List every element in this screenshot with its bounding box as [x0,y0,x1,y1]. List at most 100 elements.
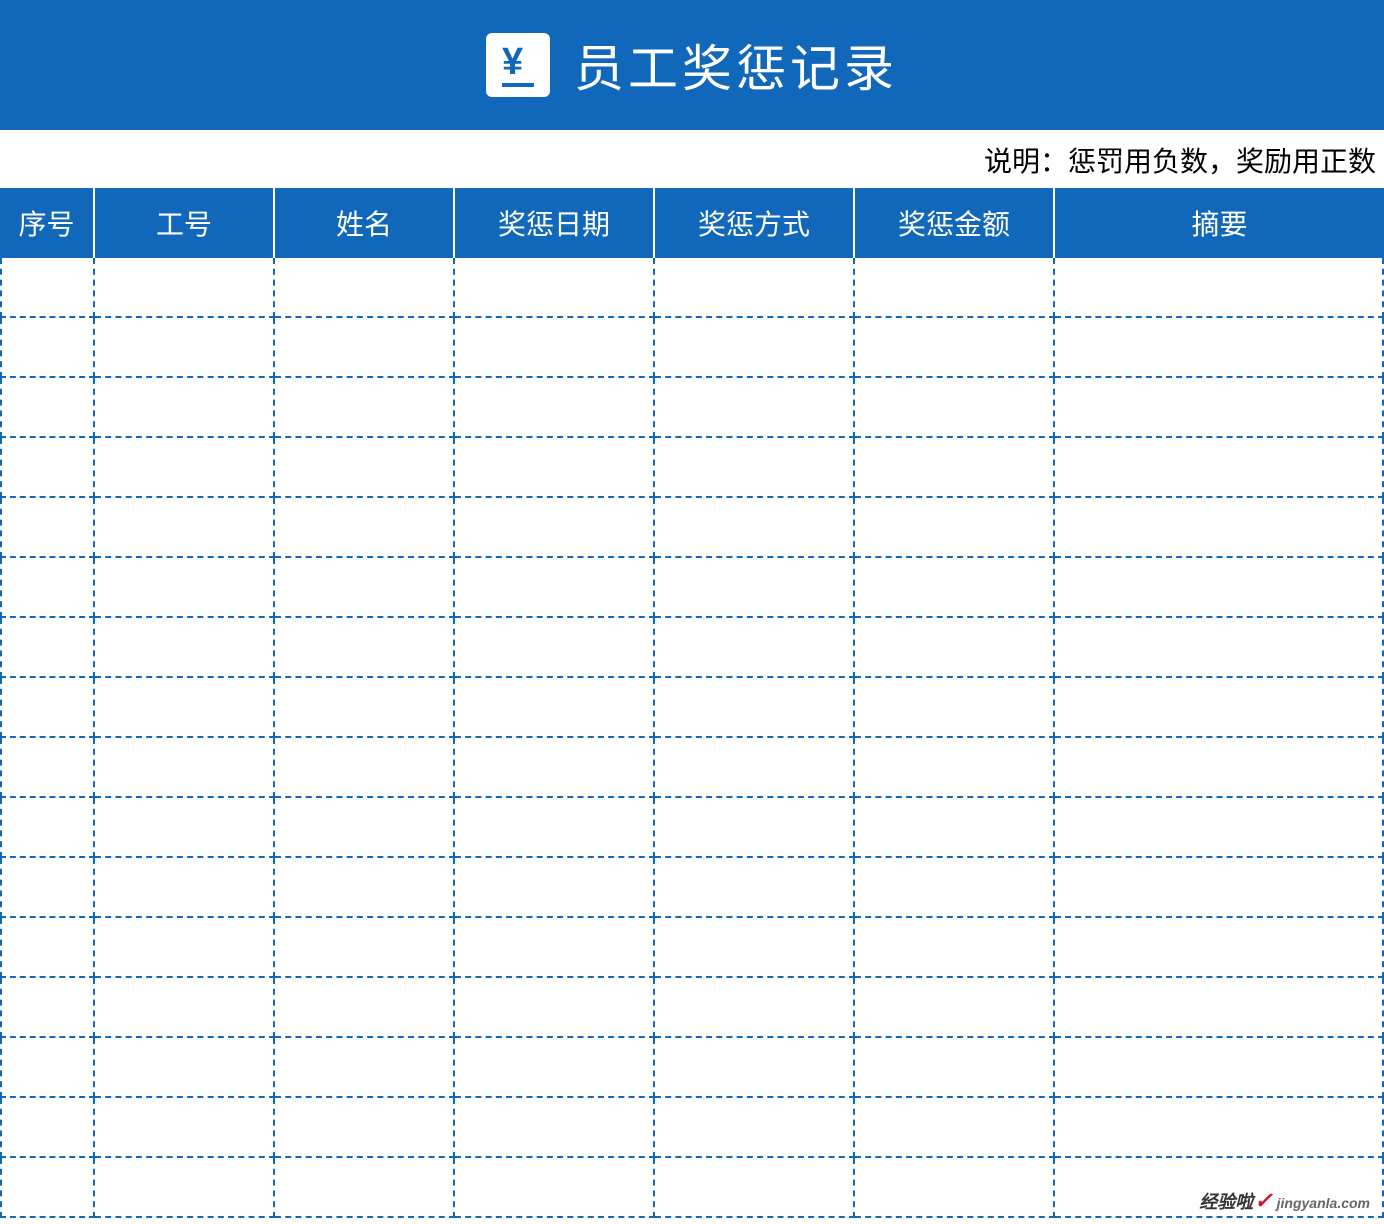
table-cell[interactable] [655,978,855,1038]
table-cell[interactable] [1055,258,1384,318]
table-cell[interactable] [655,438,855,498]
table-cell[interactable] [0,378,95,438]
table-cell[interactable] [655,858,855,918]
table-cell[interactable] [855,918,1055,978]
table-cell[interactable] [655,1098,855,1158]
table-cell[interactable] [1055,678,1384,738]
table-cell[interactable] [95,978,275,1038]
table-cell[interactable] [95,678,275,738]
table-cell[interactable] [1055,558,1384,618]
table-cell[interactable] [655,738,855,798]
table-cell[interactable] [455,318,655,378]
table-cell[interactable] [275,978,455,1038]
table-cell[interactable] [655,378,855,438]
table-cell[interactable] [455,1038,655,1098]
table-cell[interactable] [1055,978,1384,1038]
table-cell[interactable] [655,918,855,978]
table-cell[interactable] [655,318,855,378]
table-cell[interactable] [855,1038,1055,1098]
table-cell[interactable] [655,498,855,558]
table-cell[interactable] [655,1038,855,1098]
table-cell[interactable] [95,738,275,798]
table-cell[interactable] [1055,498,1384,558]
table-cell[interactable] [855,858,1055,918]
table-cell[interactable] [0,258,95,318]
table-cell[interactable] [95,498,275,558]
table-cell[interactable] [855,438,1055,498]
table-cell[interactable] [0,1158,95,1218]
table-cell[interactable] [655,618,855,678]
table-cell[interactable] [855,318,1055,378]
table-cell[interactable] [455,258,655,318]
table-cell[interactable] [455,378,655,438]
table-cell[interactable] [0,558,95,618]
table-cell[interactable] [855,738,1055,798]
table-cell[interactable] [275,618,455,678]
table-cell[interactable] [1055,1038,1384,1098]
table-cell[interactable] [455,438,655,498]
table-cell[interactable] [655,558,855,618]
table-cell[interactable] [455,618,655,678]
table-cell[interactable] [855,258,1055,318]
table-cell[interactable] [0,678,95,738]
table-cell[interactable] [275,918,455,978]
table-cell[interactable] [0,318,95,378]
table-cell[interactable] [855,1158,1055,1218]
table-cell[interactable] [655,1158,855,1218]
table-cell[interactable] [455,978,655,1038]
table-cell[interactable] [275,318,455,378]
table-cell[interactable] [95,378,275,438]
table-cell[interactable] [0,438,95,498]
table-cell[interactable] [1055,1098,1384,1158]
table-cell[interactable] [275,1098,455,1158]
table-cell[interactable] [95,1158,275,1218]
table-cell[interactable] [455,798,655,858]
table-cell[interactable] [0,1098,95,1158]
table-cell[interactable] [455,1098,655,1158]
table-cell[interactable] [0,978,95,1038]
table-cell[interactable] [95,618,275,678]
table-cell[interactable] [0,1038,95,1098]
table-cell[interactable] [1055,798,1384,858]
table-cell[interactable] [95,438,275,498]
table-cell[interactable] [1055,918,1384,978]
table-cell[interactable] [0,798,95,858]
table-cell[interactable] [95,1038,275,1098]
table-cell[interactable] [655,258,855,318]
table-cell[interactable] [275,678,455,738]
table-cell[interactable] [275,1158,455,1218]
table-cell[interactable] [855,498,1055,558]
table-cell[interactable] [95,258,275,318]
table-cell[interactable] [455,918,655,978]
table-cell[interactable] [95,798,275,858]
table-cell[interactable] [0,738,95,798]
table-cell[interactable] [1055,318,1384,378]
table-cell[interactable] [275,558,455,618]
table-cell[interactable] [1055,738,1384,798]
table-cell[interactable] [275,498,455,558]
table-cell[interactable] [275,798,455,858]
table-cell[interactable] [455,558,655,618]
table-cell[interactable] [455,678,655,738]
table-cell[interactable] [1055,438,1384,498]
table-cell[interactable] [855,558,1055,618]
table-cell[interactable] [855,798,1055,858]
table-cell[interactable] [855,1098,1055,1158]
table-cell[interactable] [1055,858,1384,918]
table-cell[interactable] [455,858,655,918]
table-cell[interactable] [95,918,275,978]
table-cell[interactable] [275,858,455,918]
table-cell[interactable] [855,378,1055,438]
table-cell[interactable] [855,978,1055,1038]
table-cell[interactable] [455,738,655,798]
table-cell[interactable] [455,498,655,558]
table-cell[interactable] [0,498,95,558]
table-cell[interactable] [95,558,275,618]
table-cell[interactable] [275,378,455,438]
table-cell[interactable] [855,678,1055,738]
table-cell[interactable] [275,258,455,318]
table-cell[interactable] [655,798,855,858]
table-cell[interactable] [95,858,275,918]
table-cell[interactable] [0,918,95,978]
table-cell[interactable] [455,1158,655,1218]
